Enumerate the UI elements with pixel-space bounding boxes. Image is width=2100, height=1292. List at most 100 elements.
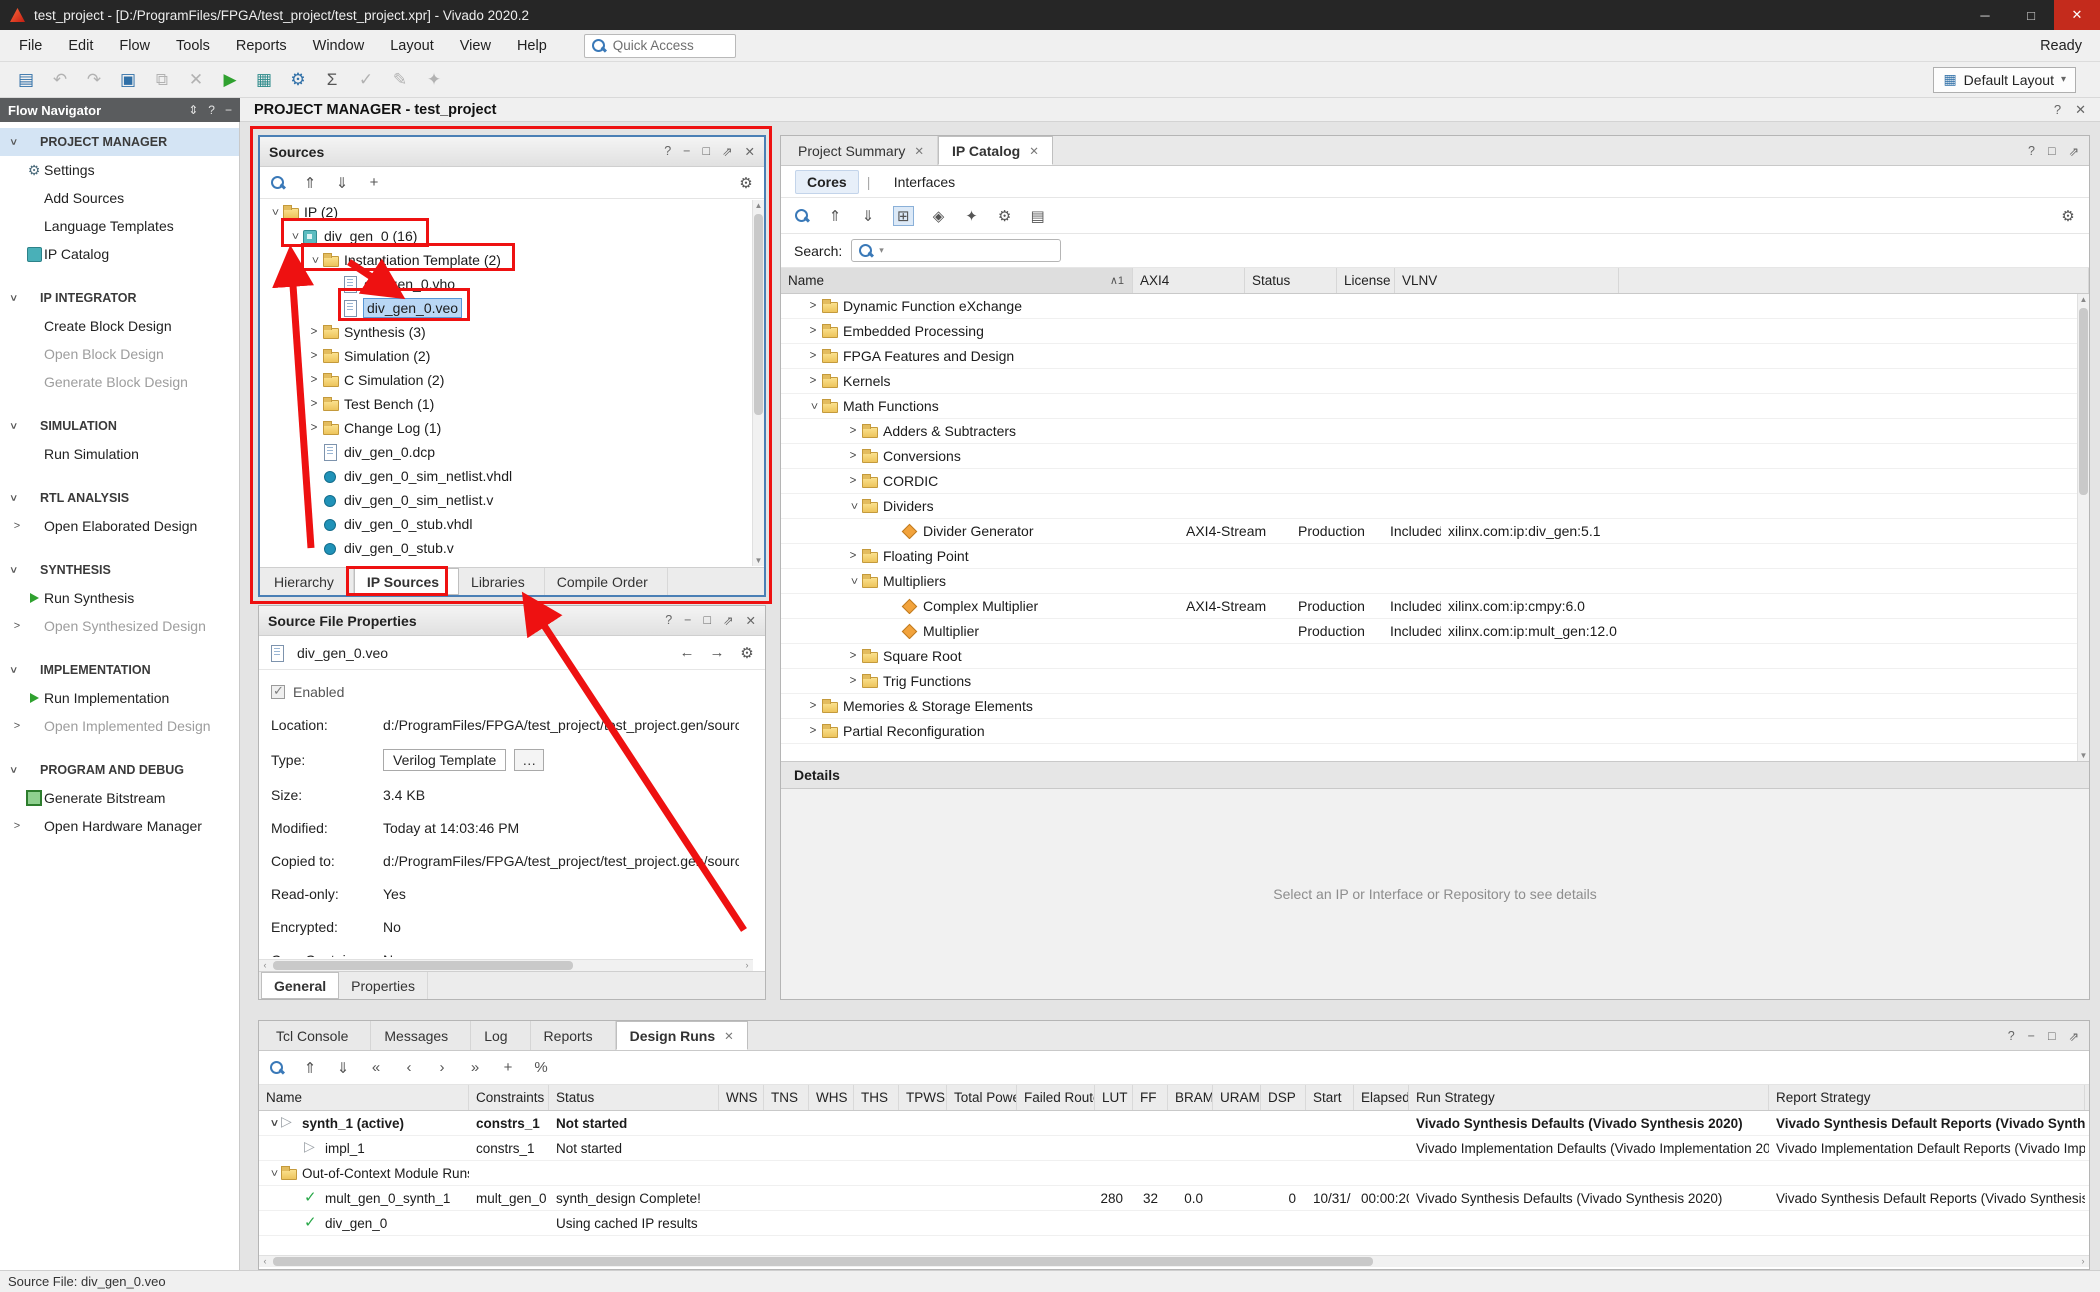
tree-chevron-icon[interactable] <box>845 550 861 562</box>
tree-chevron-icon[interactable] <box>805 325 821 337</box>
column-header[interactable]: Start <box>1306 1085 1354 1110</box>
tree-chevron-icon[interactable] <box>306 326 322 338</box>
delete-icon[interactable]: ✕ <box>180 70 212 90</box>
enabled-checkbox[interactable] <box>271 685 285 699</box>
elaborate-icon[interactable]: ▦ <box>248 70 280 90</box>
chevron-icon[interactable] <box>6 664 20 676</box>
column-header[interactable]: TPWS <box>899 1085 947 1110</box>
minimize-icon[interactable]: − <box>225 103 232 117</box>
tab-ip-catalog[interactable]: IP Catalog✕ <box>938 136 1053 165</box>
tree-chevron-icon[interactable] <box>306 398 322 410</box>
quick-access-search[interactable]: Quick Access <box>584 34 736 58</box>
ip-settings-icon[interactable]: ⚙ <box>997 207 1013 225</box>
last-run-icon[interactable]: » <box>467 1059 483 1076</box>
minimize-icon[interactable]: − <box>684 613 691 628</box>
report-icon[interactable]: Σ <box>316 70 348 90</box>
maximize-icon[interactable]: ⇗ <box>722 144 732 159</box>
layout-selector[interactable]: ▦ Default Layout ▾ <box>1933 67 2076 93</box>
nav-project-manager[interactable]: PROJECT MANAGER <box>0 128 239 156</box>
column-header[interactable]: WNS <box>719 1085 764 1110</box>
column-header[interactable]: AXI4 <box>1133 268 1245 293</box>
nav-program-and-debug[interactable]: PROGRAM AND DEBUG <box>0 756 239 784</box>
nav-simulation[interactable]: SIMULATION <box>0 412 239 440</box>
nav-open-elaborated-design[interactable]: Open Elaborated Design <box>0 512 239 540</box>
save-icon[interactable]: ▣ <box>112 70 144 90</box>
collapse-all-icon[interactable]: ⇑ <box>302 174 318 192</box>
tree-chevron-icon[interactable] <box>306 254 322 266</box>
more-button[interactable]: … <box>514 749 544 771</box>
close-icon[interactable]: ✕ <box>2075 102 2086 118</box>
expand-all-icon[interactable]: ⇓ <box>334 174 350 192</box>
help-icon[interactable]: ? <box>2008 1029 2015 1043</box>
minimize-icon[interactable]: − <box>683 144 690 159</box>
ip-catalog-row[interactable]: FPGA Features and Design <box>781 344 2089 369</box>
tab-tcl-console[interactable]: Tcl Console <box>263 1021 371 1050</box>
tree-chevron-icon[interactable] <box>845 675 861 687</box>
ip-catalog-row[interactable]: Math Functions <box>781 394 2089 419</box>
nav-ip-catalog[interactable]: IP Catalog <box>0 240 239 268</box>
ip-catalog-row[interactable]: Conversions <box>781 444 2089 469</box>
validate-icon[interactable]: ✓ <box>350 70 382 90</box>
tree-row[interactable]: div_gen_0 (16) <box>260 224 751 248</box>
tree-row[interactable]: div_gen_0.dcp <box>260 440 751 464</box>
column-header[interactable]: URAM <box>1213 1085 1261 1110</box>
tree-chevron-icon[interactable] <box>845 500 861 512</box>
column-header[interactable]: Constraints <box>469 1085 549 1110</box>
expand-all-icon[interactable]: ⇓ <box>335 1059 351 1077</box>
copy-icon[interactable]: ⧉ <box>146 70 178 90</box>
column-header[interactable]: License <box>1337 268 1395 293</box>
column-header[interactable]: VLNV <box>1395 268 1619 293</box>
column-header[interactable]: DSP <box>1261 1085 1306 1110</box>
search-icon[interactable] <box>794 208 810 224</box>
expand-all-icon[interactable]: ⇓ <box>860 207 876 225</box>
add-sources-icon[interactable]: + <box>366 174 382 191</box>
maximize-icon[interactable]: ⇗ <box>2069 1029 2079 1044</box>
next-run-icon[interactable]: › <box>434 1059 450 1076</box>
help-icon[interactable]: ? <box>664 144 671 159</box>
menu-item[interactable]: Window <box>300 38 378 54</box>
tree-chevron-icon[interactable] <box>266 206 282 218</box>
edit-icon[interactable]: ✎ <box>384 70 416 90</box>
tree-chevron-icon[interactable] <box>805 400 821 412</box>
menu-item[interactable]: Reports <box>223 38 300 54</box>
column-header[interactable]: Report Strategy <box>1769 1085 2085 1110</box>
chevron-icon[interactable] <box>6 492 20 504</box>
details-toggle-icon[interactable]: ▤ <box>1030 207 1046 225</box>
column-header[interactable]: LUT <box>1095 1085 1133 1110</box>
search-input[interactable]: ▾ <box>851 239 1061 262</box>
ip-catalog-row[interactable]: Dividers <box>781 494 2089 519</box>
dock-icon[interactable]: ⇕ <box>188 103 198 117</box>
design-run-row[interactable]: synth_1 (active) constrs_1 Not started V… <box>259 1111 2089 1136</box>
run-icon[interactable]: ▶ <box>214 70 246 90</box>
percent-icon[interactable]: % <box>533 1059 549 1076</box>
scroll-down-icon[interactable]: ▼ <box>2078 751 2089 760</box>
column-header[interactable]: Status <box>549 1085 719 1110</box>
sfp-view-tab[interactable]: General <box>261 972 339 999</box>
tree-chevron-icon[interactable] <box>845 650 861 662</box>
tab-project-summary[interactable]: Project Summary✕ <box>785 136 938 165</box>
tree-row[interactable]: Synthesis (3) <box>260 320 751 344</box>
chevron-icon[interactable] <box>10 720 24 732</box>
column-header[interactable]: BRAM <box>1168 1085 1213 1110</box>
nav-run-synthesis[interactable]: Run Synthesis <box>0 584 239 612</box>
nav-rtl-analysis[interactable]: RTL ANALYSIS <box>0 484 239 512</box>
tree-row[interactable]: IP (2) <box>260 200 751 224</box>
tree-chevron-icon[interactable] <box>266 1167 280 1179</box>
float-icon[interactable]: □ <box>703 613 711 628</box>
column-header[interactable] <box>1619 268 2089 293</box>
chevron-icon[interactable] <box>10 820 24 832</box>
ip-catalog-row[interactable]: Dynamic Function eXchange <box>781 294 2089 319</box>
tree-row[interactable]: div_gen_0_stub.v <box>260 536 751 560</box>
float-icon[interactable]: □ <box>2048 1029 2056 1043</box>
chevron-icon[interactable] <box>6 764 20 776</box>
column-header[interactable]: THS <box>854 1085 899 1110</box>
column-header[interactable]: Status <box>1245 268 1337 293</box>
float-icon[interactable]: □ <box>702 144 710 159</box>
sources-view-tab[interactable]: Hierarchy <box>262 568 354 595</box>
scroll-left-icon[interactable]: ‹ <box>259 1256 271 1266</box>
scrollbar-thumb[interactable] <box>2079 308 2088 495</box>
design-run-row[interactable]: mult_gen_0_synth_1 mult_gen_0 synth_desi… <box>259 1186 2089 1211</box>
tab-close-icon[interactable]: ✕ <box>914 144 924 158</box>
design-run-row[interactable]: div_gen_0 Using cached IP results <box>259 1211 2089 1236</box>
horizontal-scrollbar[interactable]: ‹ › <box>259 1255 2089 1267</box>
